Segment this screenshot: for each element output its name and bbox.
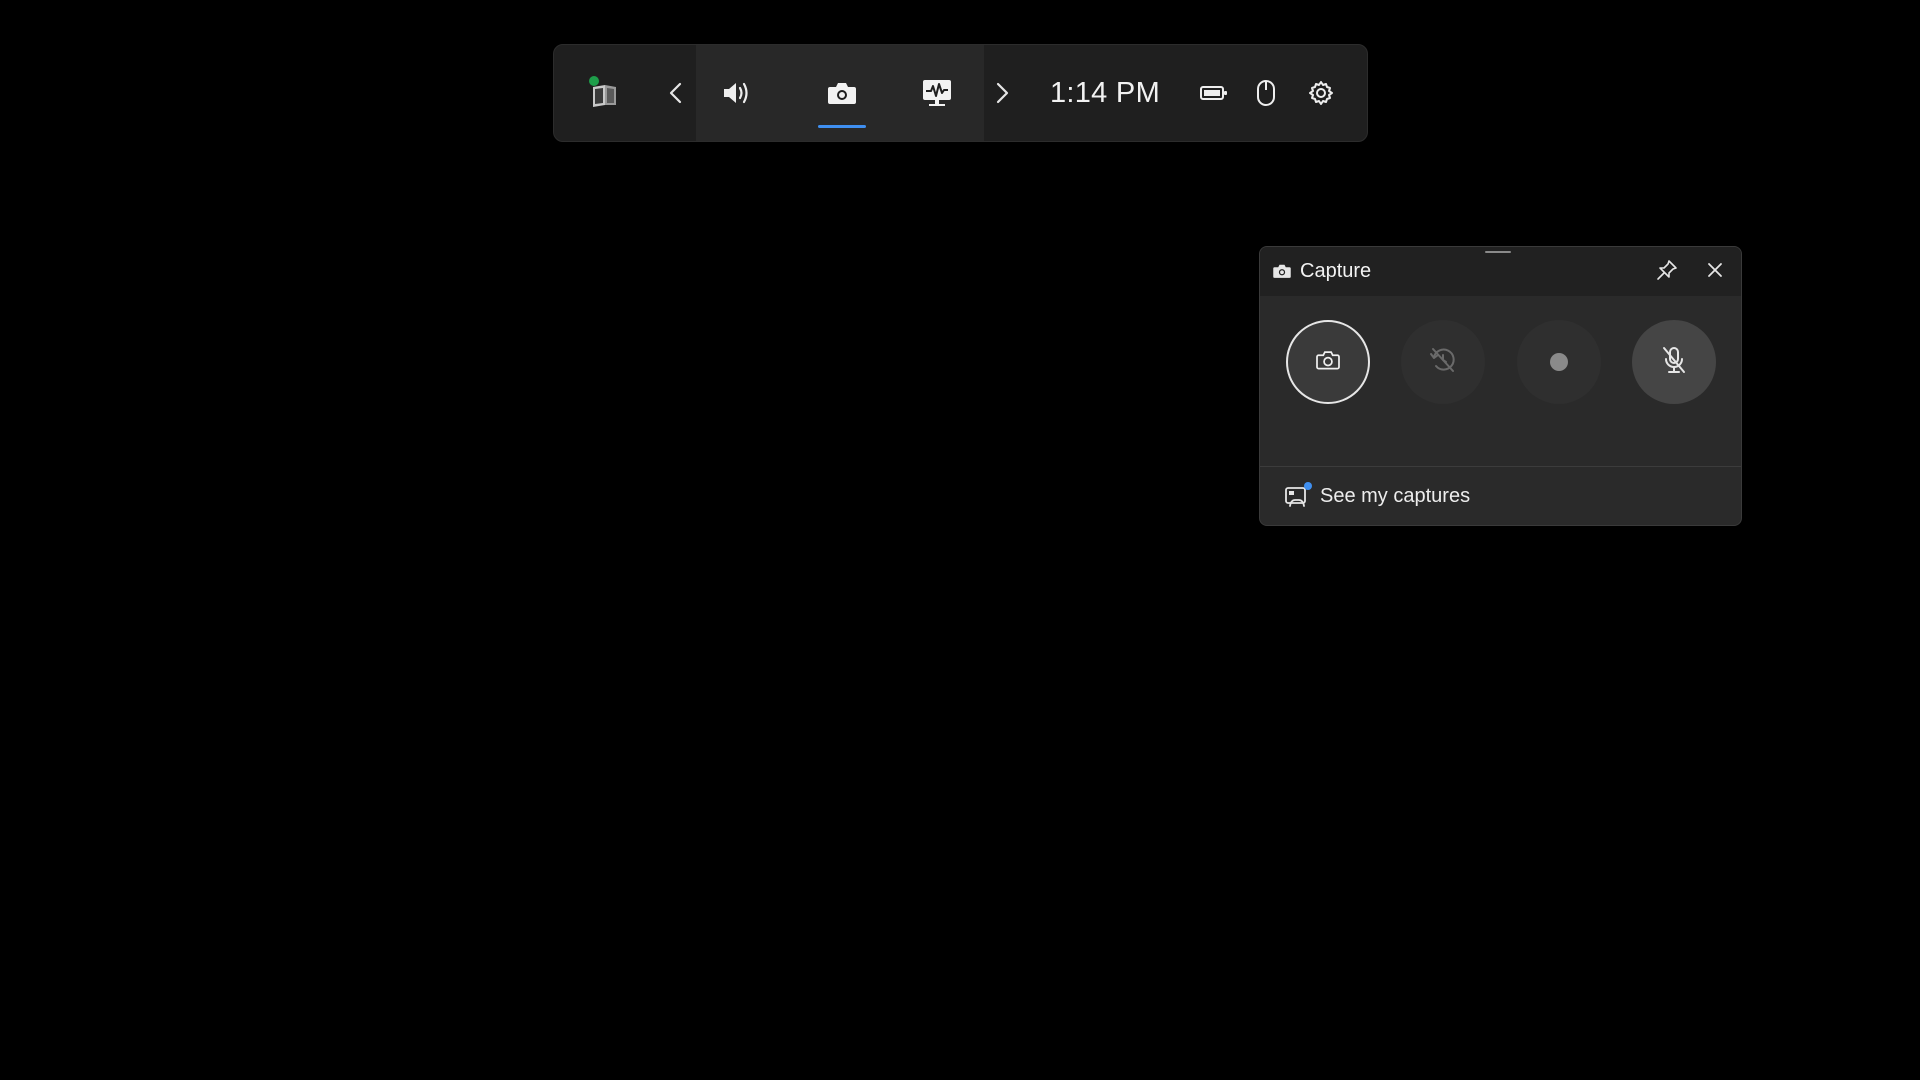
- close-button[interactable]: [1699, 256, 1731, 288]
- clock: 1:14 PM: [1049, 76, 1161, 109]
- widget-menu-icon: [584, 73, 624, 113]
- battery-icon: [1199, 83, 1229, 103]
- gallery-icon: [1284, 482, 1312, 509]
- widget-menu-button[interactable]: [569, 45, 639, 141]
- performance-widget-button[interactable]: [894, 45, 980, 141]
- mic-toggle-button[interactable]: [1632, 320, 1716, 404]
- camera-icon: [1272, 262, 1292, 285]
- mouse-button[interactable]: [1246, 45, 1286, 141]
- chevron-left-icon: [666, 81, 686, 105]
- pin-icon: [1656, 259, 1678, 286]
- see-my-captures-link[interactable]: See my captures: [1284, 479, 1470, 513]
- audio-widget-button[interactable]: [702, 45, 772, 141]
- game-bar: 1:14 PM: [553, 44, 1368, 142]
- record-dot-icon: [1550, 353, 1568, 371]
- battery-button[interactable]: [1194, 45, 1234, 141]
- record-last-disabled-icon: [1428, 345, 1458, 380]
- pin-button[interactable]: [1651, 256, 1683, 288]
- take-screenshot-button[interactable]: [1286, 320, 1370, 404]
- close-icon: [1706, 261, 1724, 284]
- record-last-30s-button[interactable]: [1401, 320, 1485, 404]
- chevron-right-icon: [992, 81, 1012, 105]
- camera-icon: [826, 79, 858, 107]
- start-recording-button[interactable]: [1517, 320, 1601, 404]
- divider: [1260, 466, 1741, 467]
- capture-widget-title: Capture: [1300, 260, 1372, 282]
- drag-handle[interactable]: [1485, 251, 1511, 253]
- notification-badge: [1304, 482, 1312, 490]
- gear-icon: [1307, 79, 1335, 107]
- mouse-icon: [1255, 79, 1277, 107]
- speaker-icon: [721, 79, 753, 107]
- next-button[interactable]: [982, 45, 1022, 141]
- settings-button[interactable]: [1296, 45, 1346, 141]
- active-tab-indicator: [818, 125, 866, 128]
- camera-icon: [1315, 349, 1341, 376]
- mic-off-icon: [1660, 345, 1688, 380]
- performance-monitor-icon: [921, 77, 953, 109]
- prev-button[interactable]: [656, 45, 696, 141]
- capture-widget-button[interactable]: [799, 45, 885, 141]
- capture-widget-header[interactable]: Capture: [1260, 247, 1741, 296]
- see-my-captures-label: See my captures: [1320, 484, 1471, 507]
- capture-widget: Capture See my captures: [1259, 246, 1742, 526]
